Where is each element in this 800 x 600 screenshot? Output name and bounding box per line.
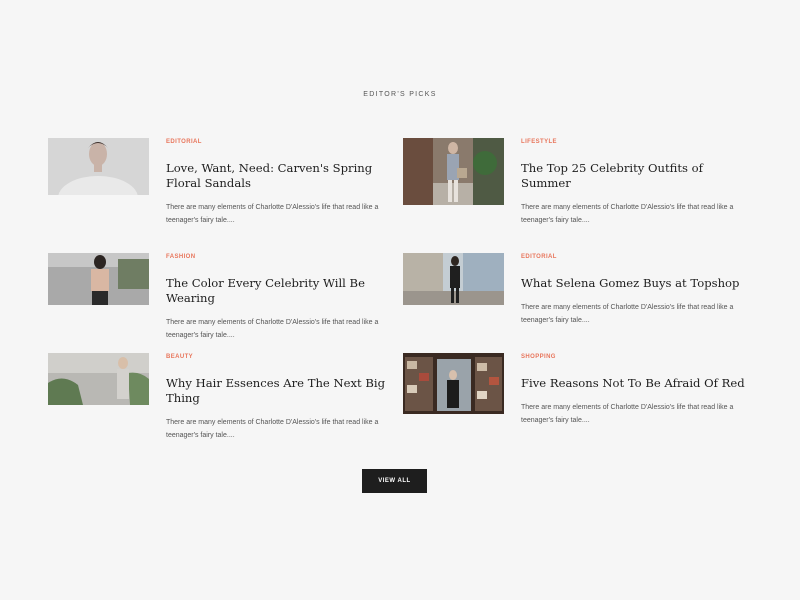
boutique-shelves-image (403, 353, 504, 414)
article-category[interactable]: SHOPPING (521, 353, 751, 361)
article-thumbnail[interactable] (48, 353, 149, 405)
article-category[interactable]: EDITORIAL (521, 253, 751, 261)
article-excerpt: There are many elements of Charlotte D'A… (521, 204, 734, 224)
article-title[interactable]: Five Reasons Not To Be Afraid Of Red (521, 376, 751, 391)
article-thumbnail[interactable] (403, 138, 504, 205)
article-excerpt: There are many elements of Charlotte D'A… (521, 404, 734, 424)
article-title[interactable]: Why Hair Essences Are The Next Big Thing (166, 376, 396, 406)
street-style-woman-image (403, 138, 504, 205)
article-category[interactable]: FASHION (166, 253, 396, 261)
woman-white-dress-image (48, 353, 149, 405)
article-title[interactable]: What Selena Gomez Buys at Topshop (521, 276, 751, 291)
portrait-woman-floral-image (48, 138, 149, 195)
section-title: EDITOR'S PICKS (363, 91, 437, 98)
article-excerpt: There are many elements of Charlotte D'A… (166, 419, 379, 439)
article-category[interactable]: EDITORIAL (166, 138, 396, 146)
article-thumbnail[interactable] (403, 353, 504, 414)
article-excerpt: There are many elements of Charlotte D'A… (166, 204, 379, 224)
article-title[interactable]: Love, Want, Need: Carven's Spring Floral… (166, 161, 396, 191)
article-title[interactable]: The Top 25 Celebrity Outfits of Summer (521, 161, 751, 191)
article-category[interactable]: LIFESTYLE (521, 138, 751, 146)
article-category[interactable]: BEAUTY (166, 353, 396, 361)
article-thumbnail[interactable] (403, 253, 504, 305)
article-excerpt: There are many elements of Charlotte D'A… (166, 319, 379, 339)
view-all-button[interactable]: VIEW ALL (362, 469, 427, 493)
article-excerpt: There are many elements of Charlotte D'A… (521, 304, 734, 324)
article-thumbnail[interactable] (48, 138, 149, 195)
woman-walking-street-image (403, 253, 504, 305)
woman-back-view-image (48, 253, 149, 305)
article-title[interactable]: The Color Every Celebrity Will Be Wearin… (166, 276, 396, 306)
article-thumbnail[interactable] (48, 253, 149, 305)
